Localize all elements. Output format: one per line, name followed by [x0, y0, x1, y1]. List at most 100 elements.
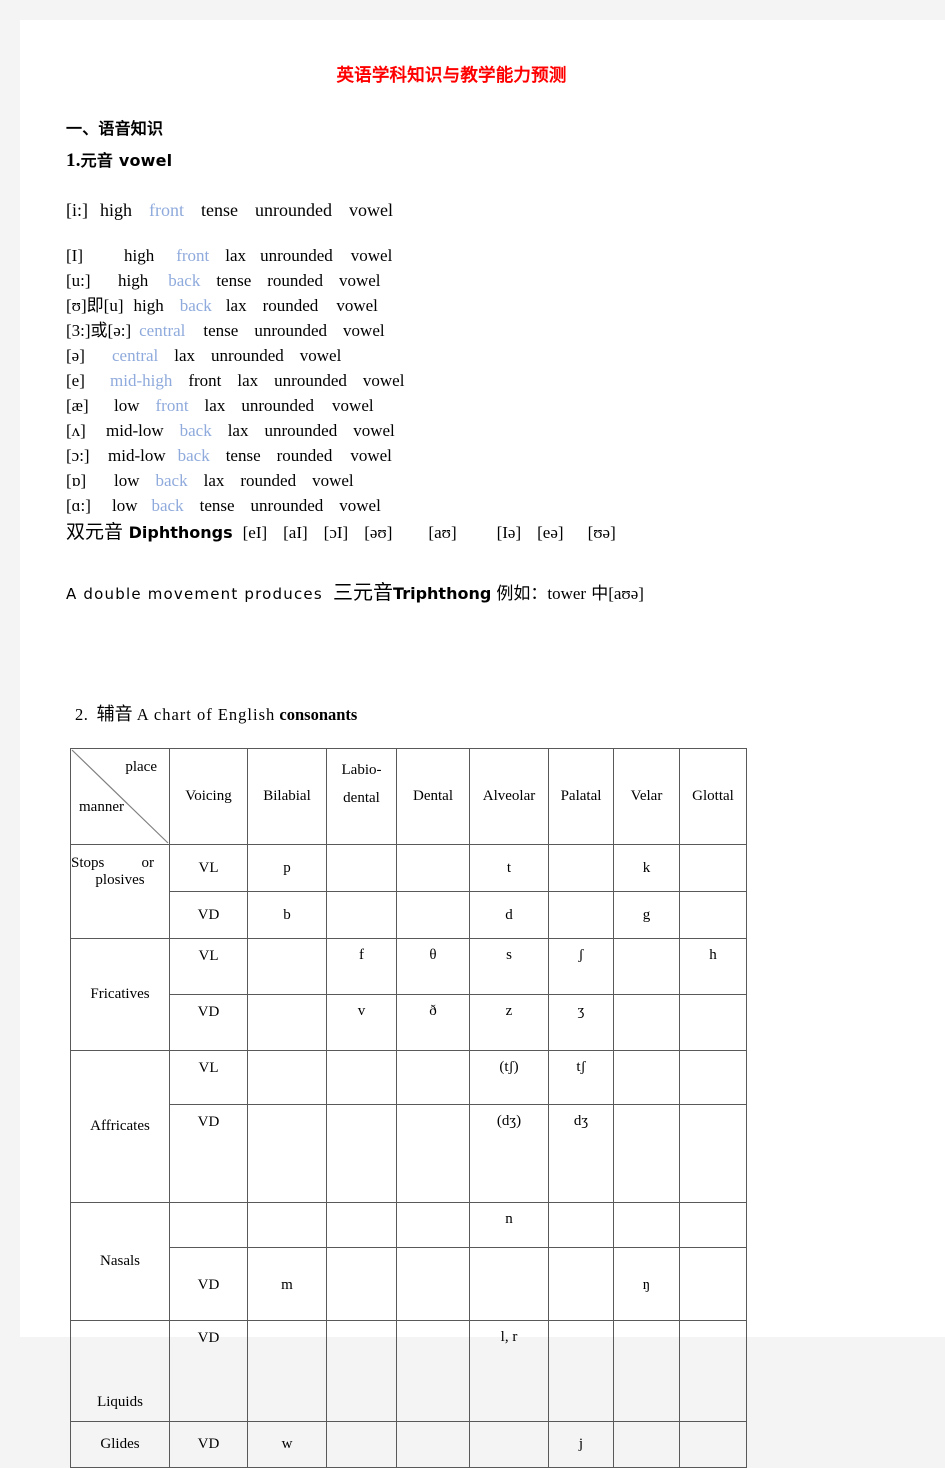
- vowel-attr: low: [112, 496, 138, 516]
- section-heading-phonetics: 一、语音知识: [66, 119, 164, 138]
- consonant-chart-table: place manner Voicing Bilabial Labio-dental De…: [70, 748, 747, 1468]
- diphthong-items: [eI] [aI] [ɔI] [əʊ] [aʊ] [Iə] [eə] [ʊə]: [233, 523, 616, 542]
- table-row: Nasals n: [70, 1202, 747, 1322]
- vowel-line: [ɑ:] low back tense unrounded vowel: [66, 493, 909, 518]
- col-header-line: dental: [343, 790, 380, 807]
- table-column-header: Dental: [396, 748, 470, 846]
- table-cell-phoneme: tʃ: [548, 1050, 614, 1106]
- row-label-part: or: [141, 855, 155, 872]
- vowel-attr: rounded: [240, 471, 297, 491]
- table-cell-voicing: VD: [169, 1104, 248, 1204]
- subheading-consonant-mid: A chart of English: [136, 705, 276, 725]
- table-cell-voicing: VL: [169, 938, 248, 996]
- table-row: Fricatives VL f θ s ʃ h: [70, 938, 747, 1052]
- table-cell-phoneme: [679, 891, 747, 940]
- vowel-attr: front: [155, 396, 189, 416]
- vowel-attr: unrounded: [250, 496, 324, 516]
- vowel-list: [i:] high front tense unrounded vowel [I] high…: [66, 198, 909, 546]
- vowel-attr: vowel: [299, 346, 342, 366]
- diphthong-symbol: [ʊə]: [587, 523, 616, 543]
- table-cell-phoneme: v: [326, 994, 397, 1052]
- table-cell-phoneme: [326, 1050, 397, 1106]
- table-cell-voicing: VD: [169, 891, 248, 940]
- table-cell-phoneme: [247, 1202, 327, 1249]
- table-cell-voicing: [169, 1202, 248, 1249]
- table-cell-phoneme: f: [326, 938, 397, 996]
- table-cell-phoneme: n: [469, 1202, 549, 1249]
- vowel-attr: unrounded: [211, 346, 284, 366]
- vowel-line: [ɔ:] mid-low back tense rounded vowel: [66, 443, 909, 468]
- table-column-header: Alveolar: [469, 748, 549, 846]
- table-cell-phoneme: (dʒ): [469, 1104, 549, 1204]
- table-cell-phoneme: s: [469, 938, 549, 996]
- table-cell-phoneme: [679, 1202, 747, 1249]
- vowel-attr: back: [168, 271, 201, 291]
- table-cell-phoneme: (tʃ): [469, 1050, 549, 1106]
- row-label-part: plosives: [95, 872, 145, 889]
- diphthong-symbol: [eI]: [242, 523, 268, 543]
- vowel-rows: [I] high front lax unrounded vowel [u:] high bac…: [66, 243, 909, 518]
- vowel-line: [æ] low front lax unrounded vowel: [66, 393, 909, 418]
- table-cell-phoneme: [613, 1320, 680, 1423]
- table-cell-phoneme: [613, 1050, 680, 1106]
- table-cell-phoneme: [679, 1247, 747, 1322]
- vowel-attr: high: [100, 200, 133, 220]
- vowel-attr: front: [149, 200, 185, 220]
- vowel-attr: rounded: [267, 271, 323, 291]
- table-column-header: Bilabial: [247, 748, 327, 846]
- vowel-attr: high: [118, 271, 149, 291]
- subheading-vowel-text: 元音 vowel: [80, 151, 173, 170]
- table-row-label: Glides: [70, 1421, 170, 1468]
- table-row: VD m ŋ: [71, 1247, 747, 1322]
- table-cell-phoneme: t: [469, 844, 549, 893]
- vowel-attr: vowel: [350, 446, 392, 466]
- vowel-symbol: [æ]: [66, 396, 89, 416]
- table-cell-voicing: VD: [169, 1247, 248, 1322]
- table-cell-phoneme: [396, 1247, 470, 1322]
- vowel-attr: central: [112, 346, 159, 366]
- vowel-attr: unrounded: [241, 396, 315, 416]
- table-row: Affricates VL (tʃ) tʃ: [70, 1050, 747, 1204]
- vowel-line: [ʌ] mid-low back lax unrounded vowel: [66, 418, 909, 443]
- corner-label-place: place: [125, 759, 157, 776]
- table-cell-phoneme: [396, 1320, 470, 1423]
- subheading-consonant-bold: consonants: [279, 705, 358, 725]
- vowel-symbol: [ʊ]即[u]: [66, 296, 124, 316]
- diphthong-symbol: [aI]: [283, 523, 308, 543]
- table-cell-phoneme: b: [247, 891, 327, 940]
- triphthong-example-cn: 例如：: [496, 584, 548, 604]
- col-header-line: Labio-: [341, 762, 382, 779]
- vowel-attr: lax: [237, 371, 259, 391]
- subheading-consonant-index: 2.: [75, 705, 89, 725]
- vowel-attr: vowel: [336, 296, 378, 316]
- table-cell-phoneme: [396, 1050, 470, 1106]
- diphthong-symbol: [ɔI]: [323, 523, 349, 543]
- vowel-attr: front: [188, 371, 222, 391]
- table-column-header: Palatal: [548, 748, 614, 846]
- page-content: 英语学科知识与教学能力预测 一、语音知识 1.元音 vowel [i:] high…: [49, 48, 909, 1468]
- vowel-line: [I] high front lax unrounded vowel: [66, 243, 909, 268]
- vowel-attr: lax: [227, 421, 249, 441]
- table-cell-voicing: VL: [169, 1050, 248, 1106]
- table-row: Glides VD w j: [70, 1421, 747, 1468]
- vowel-attr: unrounded: [274, 371, 347, 391]
- table-row-label: Nasals: [70, 1202, 170, 1322]
- table-cell-phoneme: k: [613, 844, 680, 893]
- table-cell-phoneme: [326, 1247, 397, 1322]
- vowel-attr: back: [151, 496, 184, 516]
- diphthongs-line: 双元音 Diphthongs [eI] [aI] [ɔI] [əʊ] [aʊ] [Iə] [e…: [66, 520, 909, 546]
- vowel-attr: mid-low: [108, 446, 166, 466]
- table-cell-phoneme: [548, 1247, 614, 1322]
- table-cell-phoneme: w: [247, 1421, 327, 1468]
- triphthong-example-symbol: [aʊə]: [608, 584, 644, 604]
- table-cell-voicing: VL: [169, 844, 248, 893]
- table-cell-phoneme: [679, 1050, 747, 1106]
- table-cell-phoneme: [613, 1421, 680, 1468]
- vowel-attr: lax: [203, 471, 225, 491]
- table-cell-phoneme: p: [247, 844, 327, 893]
- table-cell-phoneme: [396, 1104, 470, 1204]
- table-row: Liquids VD l, r: [70, 1320, 747, 1423]
- vowel-attr: back: [177, 446, 210, 466]
- vowel-attr: vowel: [362, 371, 405, 391]
- table-cell-phoneme: [247, 938, 327, 996]
